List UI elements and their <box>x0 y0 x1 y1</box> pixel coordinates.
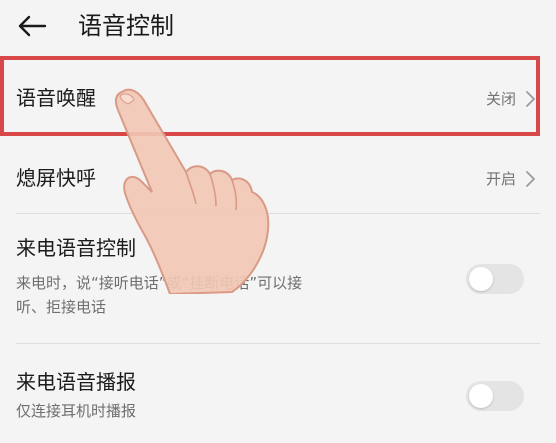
setting-incoming-call-control: 来电语音控制 来电时，说“接听电话”或“挂断电话”可以接 听、拒接电话 <box>0 214 556 342</box>
toggle-knob <box>469 384 493 408</box>
incoming-call-announce-toggle[interactable] <box>466 381 524 411</box>
setting-incoming-call-announce: 来电语音播报 仅连接耳机时播报 <box>0 344 556 443</box>
setting-description-line2: 听、拒接电话 <box>16 298 107 316</box>
setting-voice-wakeup[interactable]: 语音唤醒 关闭 <box>0 62 556 134</box>
setting-label: 来电语音播报 <box>16 370 136 394</box>
app-header: 语音控制 <box>0 0 556 52</box>
chevron-right-icon <box>524 170 536 188</box>
setting-description-line1: 来电时，说“接听电话”或“挂断电话”可以接 <box>16 274 303 292</box>
setting-label: 来电语音控制 <box>16 236 136 260</box>
chevron-right-icon <box>524 90 536 108</box>
incoming-call-control-toggle[interactable] <box>466 264 524 294</box>
setting-label: 熄屏快呼 <box>16 166 96 190</box>
setting-label: 语音唤醒 <box>16 86 96 110</box>
setting-value: 关闭 <box>485 90 516 108</box>
back-button[interactable] <box>12 6 52 46</box>
setting-value: 开启 <box>485 170 516 188</box>
setting-screen-off-call[interactable]: 熄屏快呼 开启 <box>0 140 556 212</box>
toggle-knob <box>469 267 493 291</box>
page-title: 语音控制 <box>78 12 174 40</box>
arrow-left-icon <box>17 14 47 38</box>
setting-description: 仅连接耳机时播报 <box>16 402 137 420</box>
